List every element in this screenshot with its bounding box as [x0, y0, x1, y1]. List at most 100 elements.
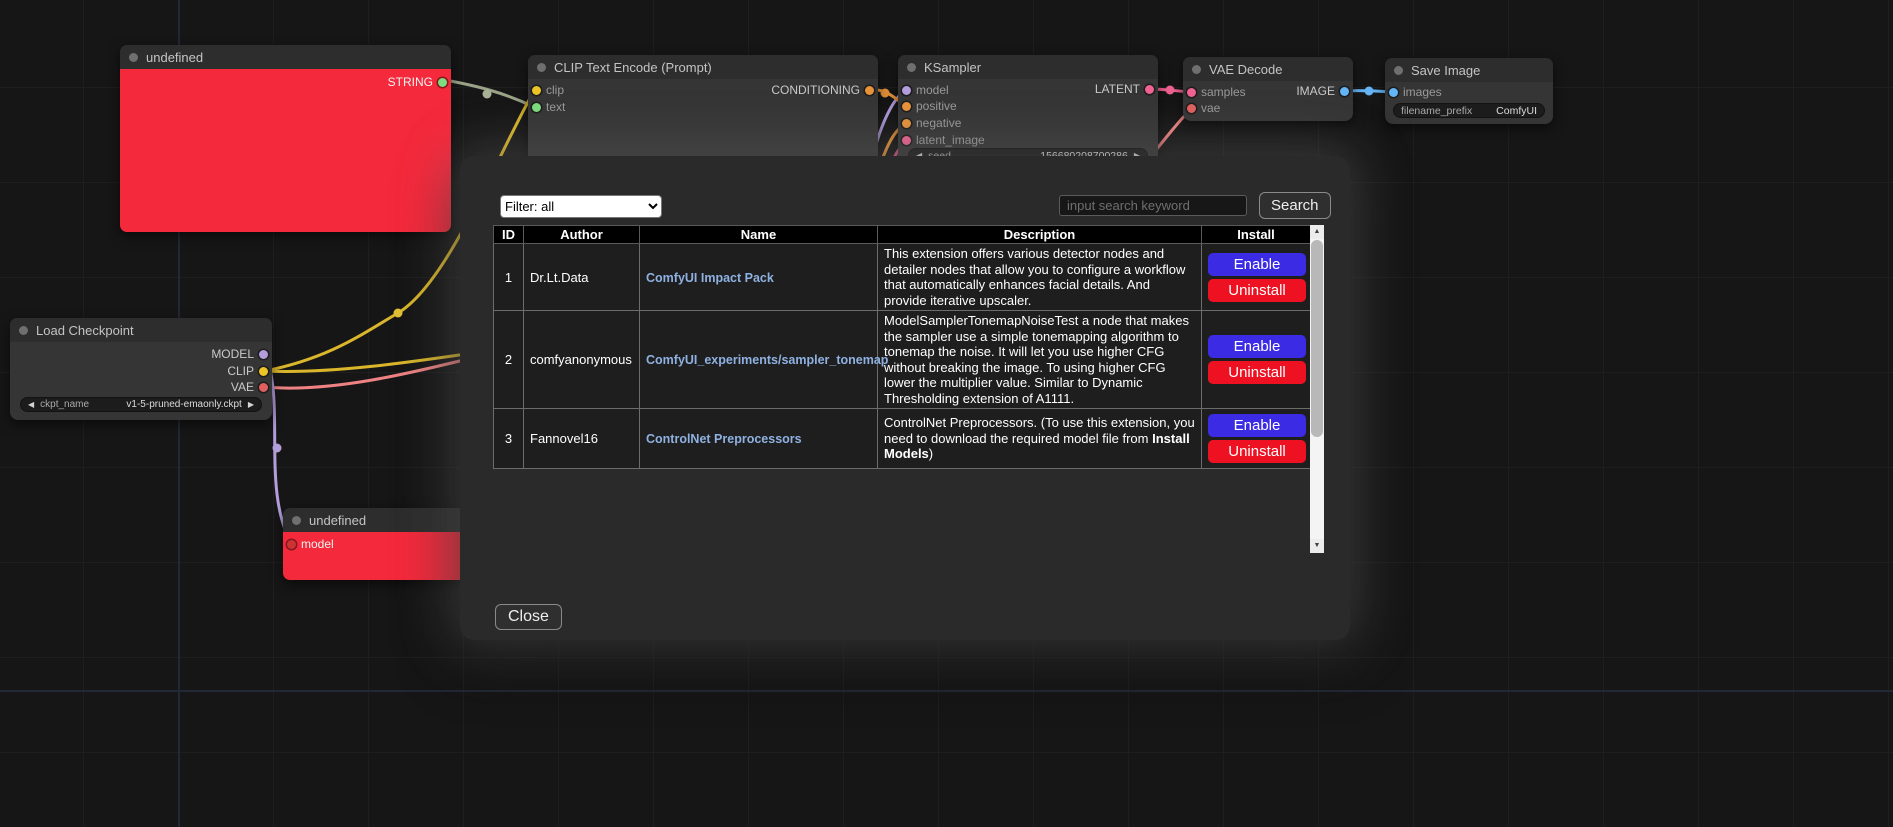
extension-link[interactable]: ComfyUI_experiments/sampler_tonemap	[646, 353, 888, 367]
output-pin-conditioning[interactable]	[865, 86, 874, 95]
input-pin-images[interactable]	[1389, 88, 1398, 97]
input-pin-model[interactable]	[902, 86, 911, 95]
extension-link[interactable]: ControlNet Preprocessors	[646, 432, 802, 446]
output-pin-vae[interactable]	[259, 383, 268, 392]
output-pin-clip[interactable]	[259, 367, 268, 376]
extensions-table: ID Author Name Description Install 1 Dr.…	[493, 225, 1311, 469]
widget-value[interactable]: ComfyUI	[1496, 105, 1537, 117]
node-title: undefined	[309, 513, 366, 528]
input-slot-vae[interactable]: vae	[1187, 101, 1220, 115]
scrollbar-thumb[interactable]	[1311, 240, 1323, 437]
input-slot-positive[interactable]: positive	[902, 99, 957, 113]
node-undefined-top[interactable]: undefined STRING	[120, 45, 451, 232]
extension-link[interactable]: ComfyUI Impact Pack	[646, 271, 774, 285]
node-clip-text-encode[interactable]: CLIP Text Encode (Prompt) clip text COND…	[528, 55, 878, 165]
slot-label: images	[1403, 85, 1442, 99]
wire-dot	[1166, 86, 1175, 95]
node-status-dot-icon	[1394, 66, 1403, 75]
output-slot-vae[interactable]: VAE	[231, 380, 268, 394]
slot-label: model	[301, 537, 334, 551]
input-slot-samples[interactable]: samples	[1187, 85, 1246, 99]
slot-label: model	[916, 83, 949, 97]
scrollbar-down-icon[interactable]: ▼	[1310, 539, 1324, 553]
node-ksampler[interactable]: KSampler model positive negative latent_…	[898, 55, 1158, 165]
wire-dot	[273, 444, 282, 453]
node-save-image[interactable]: Save Image images filename_prefix ComfyU…	[1385, 58, 1553, 124]
node-status-dot-icon	[907, 63, 916, 72]
input-pin-negative[interactable]	[902, 119, 911, 128]
output-pin-string[interactable]	[438, 78, 447, 87]
wire-dot	[483, 90, 492, 99]
comfyui-canvas[interactable]: undefined STRING CLIP Text Encode (Promp…	[0, 0, 1893, 827]
node-title: CLIP Text Encode (Prompt)	[554, 60, 712, 75]
slot-label: negative	[916, 116, 961, 130]
output-slot-latent[interactable]: LATENT	[1095, 82, 1154, 96]
output-slot-model[interactable]: MODEL	[211, 347, 268, 361]
node-title-bar[interactable]: undefined	[120, 45, 451, 69]
extensions-table-wrap: ID Author Name Description Install 1 Dr.…	[493, 225, 1324, 553]
uninstall-button[interactable]: Uninstall	[1208, 279, 1306, 302]
input-pin-model[interactable]	[287, 540, 296, 549]
node-undefined-bottom[interactable]: undefined model	[283, 508, 470, 580]
output-slot-conditioning[interactable]: CONDITIONING	[771, 83, 874, 97]
uninstall-button[interactable]: Uninstall	[1208, 440, 1306, 463]
decrement-arrow-icon[interactable]: ◀	[28, 400, 34, 409]
custom-nodes-manager-dialog: Filter: all Search ID Author Name Descri…	[460, 156, 1350, 640]
header-id: ID	[494, 226, 524, 244]
node-title-bar[interactable]: CLIP Text Encode (Prompt)	[528, 55, 878, 79]
input-pin-text[interactable]	[532, 103, 541, 112]
input-slot-text[interactable]: text	[532, 100, 565, 114]
input-slot-clip[interactable]: clip	[532, 83, 564, 97]
filter-select[interactable]: Filter: all	[500, 195, 662, 218]
node-title-bar[interactable]: VAE Decode	[1183, 57, 1353, 81]
search-button[interactable]: Search	[1259, 192, 1331, 219]
table-row: 2 comfyanonymous ComfyUI_experiments/sam…	[494, 311, 1311, 409]
enable-button[interactable]: Enable	[1208, 253, 1306, 276]
output-pin-latent[interactable]	[1145, 85, 1154, 94]
increment-arrow-icon[interactable]: ▶	[248, 400, 254, 409]
uninstall-button[interactable]: Uninstall	[1208, 361, 1306, 384]
enable-button[interactable]: Enable	[1208, 335, 1306, 358]
enable-button[interactable]: Enable	[1208, 414, 1306, 437]
node-title: undefined	[146, 50, 203, 65]
widget-value[interactable]: v1-5-pruned-emaonly.ckpt	[126, 399, 241, 410]
output-slot-string[interactable]: STRING	[388, 75, 447, 89]
search-input[interactable]	[1059, 195, 1247, 216]
input-pin-latent-image[interactable]	[902, 136, 911, 145]
input-slot-negative[interactable]: negative	[902, 116, 961, 130]
row-id: 2	[494, 311, 524, 409]
node-status-dot-icon	[1192, 65, 1201, 74]
input-slot-images[interactable]: images	[1389, 85, 1442, 99]
output-slot-clip[interactable]: CLIP	[227, 364, 268, 378]
slot-label: vae	[1201, 101, 1220, 115]
node-title-bar[interactable]: Load Checkpoint	[10, 318, 272, 342]
output-slot-image[interactable]: IMAGE	[1296, 84, 1349, 98]
node-vae-decode[interactable]: VAE Decode samples vae IMAGE	[1183, 57, 1353, 121]
scrollbar-up-icon[interactable]: ▲	[1310, 225, 1324, 239]
row-description: This extension offers various detector n…	[878, 244, 1202, 311]
widget-label: ckpt_name	[40, 399, 89, 410]
node-title: Load Checkpoint	[36, 323, 134, 338]
input-pin-positive[interactable]	[902, 102, 911, 111]
node-load-checkpoint[interactable]: Load Checkpoint MODEL CLIP VAE ◀ ckpt_na…	[10, 318, 272, 420]
input-pin-vae[interactable]	[1187, 104, 1196, 113]
slot-label: LATENT	[1095, 82, 1140, 96]
input-slot-model[interactable]: model	[902, 83, 949, 97]
output-pin-model[interactable]	[259, 350, 268, 359]
output-pin-image[interactable]	[1340, 87, 1349, 96]
filename-prefix-widget[interactable]: filename_prefix ComfyUI	[1393, 103, 1545, 118]
widget-label: filename_prefix	[1401, 105, 1472, 117]
node-title-bar[interactable]: KSampler	[898, 55, 1158, 79]
close-button[interactable]: Close	[495, 604, 562, 630]
input-slot-latent-image[interactable]: latent_image	[902, 133, 985, 147]
row-description: ControlNet Preprocessors. (To use this e…	[878, 409, 1202, 469]
node-title-bar[interactable]: Save Image	[1385, 58, 1553, 82]
ckpt-name-widget[interactable]: ◀ ckpt_name v1-5-pruned-emaonly.ckpt ▶	[20, 397, 262, 412]
table-scrollbar[interactable]: ▲ ▼	[1310, 225, 1324, 553]
input-slot-model[interactable]: model	[287, 537, 334, 551]
node-title-bar[interactable]: undefined	[283, 508, 470, 532]
input-pin-clip[interactable]	[532, 86, 541, 95]
input-pin-samples[interactable]	[1187, 88, 1196, 97]
slot-label: latent_image	[916, 133, 985, 147]
row-id: 1	[494, 244, 524, 311]
